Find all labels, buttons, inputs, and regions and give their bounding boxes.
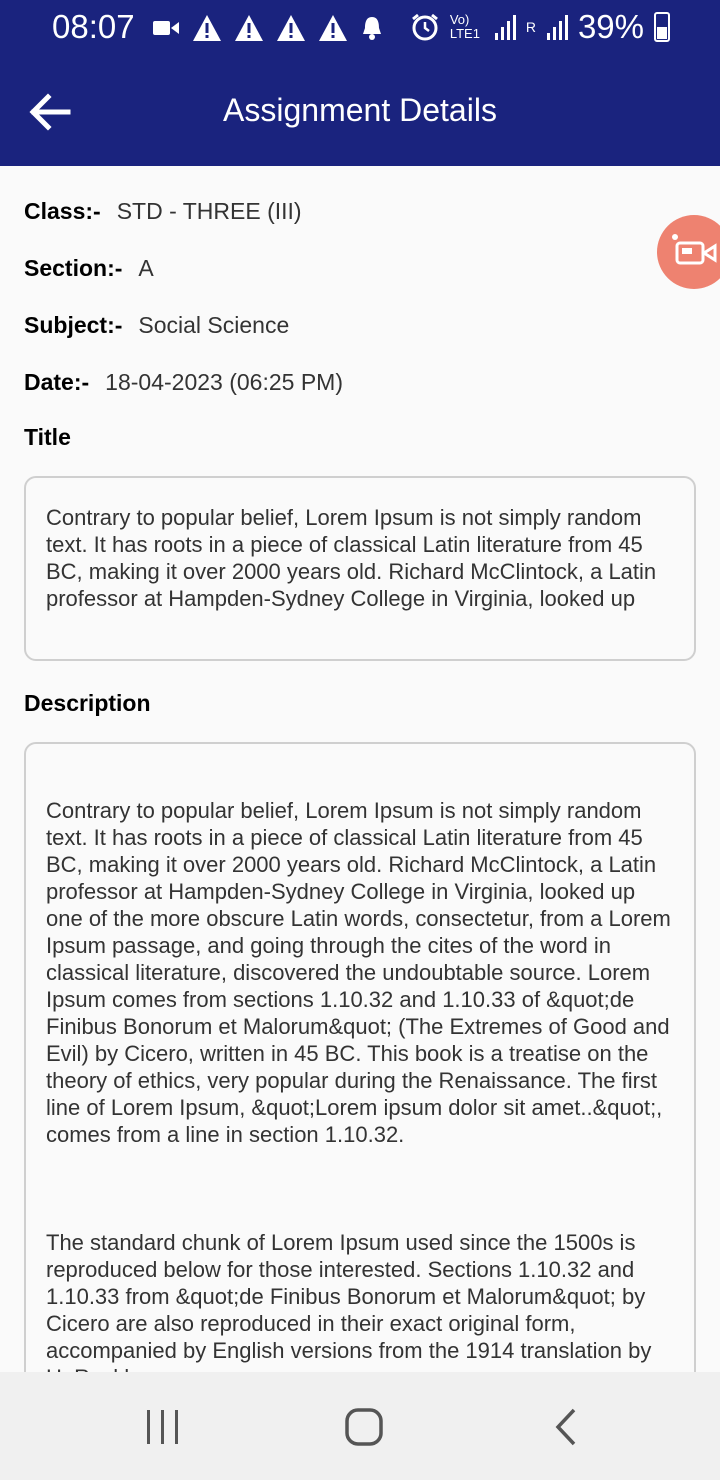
title-text: Contrary to popular belief, Lorem Ipsum … <box>46 505 657 611</box>
chevron-left-icon <box>555 1408 576 1446</box>
warning-icon <box>235 15 263 41</box>
warning-icon <box>319 15 347 41</box>
system-nav-bar <box>0 1372 720 1480</box>
home-icon <box>345 1408 383 1446</box>
bell-icon <box>363 17 381 40</box>
description-heading: Description <box>24 690 151 716</box>
date-value: 18-04-2023 (06:25 PM) <box>105 369 343 395</box>
class-value: STD - THREE (III) <box>116 198 302 224</box>
date-label: Date:- <box>24 369 90 395</box>
video-record-button[interactable] <box>657 215 720 289</box>
description-paragraph-1: Contrary to popular belief, Lorem Ipsum … <box>46 798 671 1147</box>
description-paragraph-2: The standard chunk of Lorem Ipsum used s… <box>46 1230 652 1372</box>
title-heading: Title <box>24 424 71 450</box>
roaming-label: R <box>525 19 536 35</box>
video-notification-icon <box>153 21 179 35</box>
signal-icon <box>494 15 516 40</box>
status-right: Vo) LTE1 R 39% <box>410 8 672 46</box>
title-box: Contrary to popular belief, Lorem Ipsum … <box>24 476 696 661</box>
recents-button[interactable] <box>133 1402 193 1452</box>
nav-back-button[interactable] <box>536 1402 596 1452</box>
section-row: Section:- A <box>24 255 154 282</box>
notification-icons <box>152 12 384 44</box>
description-text: Contrary to popular belief, Lorem Ipsum … <box>26 744 694 1372</box>
warning-icon <box>193 15 221 41</box>
section-label: Section:- <box>24 255 123 281</box>
subject-row: Subject:- Social Science <box>24 312 289 339</box>
date-row: Date:- 18-04-2023 (06:25 PM) <box>24 369 343 396</box>
status-time: 08:07 <box>52 8 135 45</box>
description-box: Contrary to popular belief, Lorem Ipsum … <box>24 742 696 1372</box>
subject-value: Social Science <box>138 312 290 338</box>
status-bar: 08:07 Vo) LTE1 R 39% <box>0 0 720 56</box>
section-value: A <box>138 255 154 281</box>
battery-icon <box>654 12 670 42</box>
recents-icon <box>147 1410 178 1444</box>
alarm-icon <box>411 13 438 41</box>
page-title: Assignment Details <box>223 92 497 128</box>
class-row: Class:- STD - THREE (III) <box>24 198 302 225</box>
home-button[interactable] <box>334 1402 394 1452</box>
assignment-content[interactable]: Class:- STD - THREE (III) Section:- A Su… <box>0 166 720 1372</box>
subject-label: Subject:- <box>24 312 123 338</box>
app-bar: Assignment Details <box>0 56 720 166</box>
battery-percent: 39% <box>577 8 644 45</box>
warning-icon <box>277 15 305 41</box>
video-camera-icon <box>672 234 717 265</box>
network-label: Vo) LTE1 <box>449 12 480 41</box>
class-label: Class:- <box>24 198 101 224</box>
signal-icon <box>546 15 568 40</box>
